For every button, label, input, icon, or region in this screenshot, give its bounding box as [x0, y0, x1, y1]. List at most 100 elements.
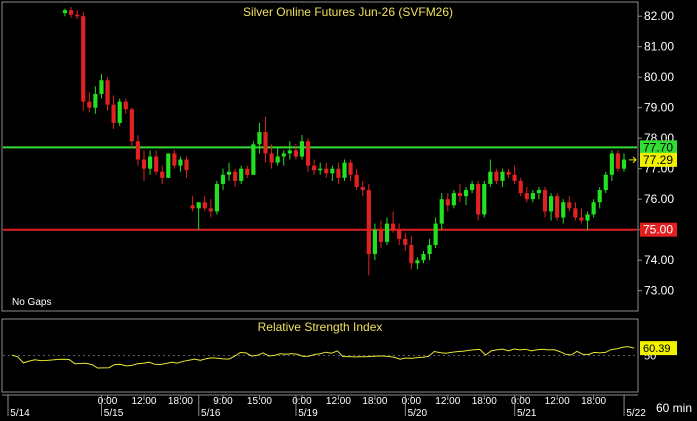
candle-body	[567, 202, 572, 209]
candle	[603, 171, 608, 194]
candle-body	[603, 174, 608, 191]
time-axis-tick-label: 0:00	[292, 396, 312, 407]
candle-body	[281, 153, 286, 157]
candle-body	[214, 183, 219, 212]
rsi-last-value-tag: 60.39	[640, 341, 677, 356]
candle	[482, 180, 487, 218]
candle-body	[166, 153, 171, 178]
candle-body	[542, 190, 548, 212]
time-axis-tick-label: 12:00	[131, 396, 156, 407]
candle-body	[397, 229, 402, 239]
candle	[615, 150, 621, 172]
price-chart-title: Silver Online Futures Jun-26 (SVFM26)	[243, 5, 453, 19]
candle-body	[591, 202, 596, 215]
price-axis-tick-label: 81.00	[644, 40, 674, 54]
price-axis-tick-label: 79.00	[644, 101, 674, 115]
candle-body	[184, 159, 189, 171]
time-axis-tick-label: 18:00	[581, 396, 606, 407]
price-axis-tick-label: 73.00	[644, 284, 674, 298]
candle-body	[312, 165, 317, 171]
candle-body	[324, 168, 329, 174]
candle-body	[239, 168, 244, 181]
candle-body	[99, 80, 104, 94]
candle-body	[391, 223, 396, 230]
candle-body	[275, 156, 280, 163]
time-axis-tick-label: 18:00	[168, 396, 193, 407]
candle-body	[415, 260, 420, 264]
candle-body	[621, 159, 627, 169]
candle-body	[372, 229, 377, 255]
candle-body	[573, 208, 578, 218]
date-axis-label: 5/19	[298, 408, 318, 419]
price-axis-tick-label: 76.00	[644, 192, 674, 206]
candle-body	[75, 14, 80, 17]
candle-body	[62, 10, 68, 14]
time-axis-tick-label: 0:00	[98, 396, 118, 407]
candle-body	[190, 205, 195, 209]
candle-body	[287, 150, 292, 154]
time-axis-tick-label: 12:00	[545, 396, 570, 407]
candle-body	[506, 171, 511, 175]
candle-body	[421, 254, 426, 261]
chart-root: 73.0074.0075.0076.0077.0078.0079.0080.00…	[0, 0, 697, 421]
candle-body	[336, 168, 341, 178]
candle-body	[536, 190, 542, 194]
candle-body	[305, 141, 311, 166]
candle-body	[154, 156, 159, 172]
candle-body	[342, 162, 347, 178]
candle-body	[129, 109, 134, 142]
candle-body	[202, 202, 207, 209]
candle-body	[172, 153, 177, 166]
candle-body	[530, 193, 535, 200]
candle-body	[354, 174, 359, 187]
candle-body	[257, 132, 262, 145]
candle-body	[269, 153, 274, 163]
candle-body	[196, 202, 201, 209]
date-axis-label: 5/15	[104, 408, 124, 419]
candle-body	[403, 238, 408, 245]
candle	[251, 141, 256, 175]
candle-body	[555, 196, 560, 218]
candle-body	[81, 16, 86, 102]
candle	[81, 11, 86, 111]
last-price-tag: 77.29	[640, 152, 677, 167]
rsi-tag-label: 60.39	[643, 343, 671, 355]
time-axis-tick-label: 12:00	[435, 396, 460, 407]
candle-body	[360, 187, 365, 191]
time-axis-tick-label: 0:00	[511, 396, 531, 407]
time-axis-tick-label: 9:00	[213, 396, 233, 407]
candle-body	[68, 10, 74, 15]
candle-body	[111, 104, 116, 123]
rsi-title: Relative Strength Index	[258, 320, 383, 334]
candle-body	[117, 101, 122, 123]
candle-body	[178, 159, 183, 166]
candle-body	[366, 190, 371, 255]
price-axis-tick-label: 80.00	[644, 70, 674, 84]
candle-body	[597, 190, 602, 203]
time-axis-tick-label: 18:00	[472, 396, 497, 407]
candle-body	[548, 196, 554, 212]
timeframe-label: 60 min	[656, 401, 692, 415]
date-axis-label: 5/16	[201, 408, 221, 419]
candle-body	[409, 244, 414, 264]
candle-body	[615, 153, 621, 169]
candle-body	[233, 171, 238, 181]
candle-body	[457, 193, 463, 197]
candle-body	[500, 171, 505, 181]
candle-body	[318, 168, 323, 171]
last-price-tag-label: 77.29	[643, 153, 673, 167]
candle-body	[93, 93, 98, 108]
candle-body	[226, 171, 232, 175]
date-axis-label: 5/20	[408, 408, 428, 419]
price-axis-tick-label: 74.00	[644, 253, 674, 267]
candle	[166, 153, 171, 178]
candle	[555, 193, 560, 221]
time-axis-tick-label: 0:00	[402, 396, 422, 407]
candle-body	[512, 174, 517, 181]
time-axis-tick-label: 15:00	[247, 396, 272, 407]
candle-body	[141, 159, 147, 169]
candle-body	[123, 101, 128, 110]
candle-body	[245, 168, 250, 175]
candle-body	[135, 141, 141, 160]
candle-body	[299, 141, 305, 157]
